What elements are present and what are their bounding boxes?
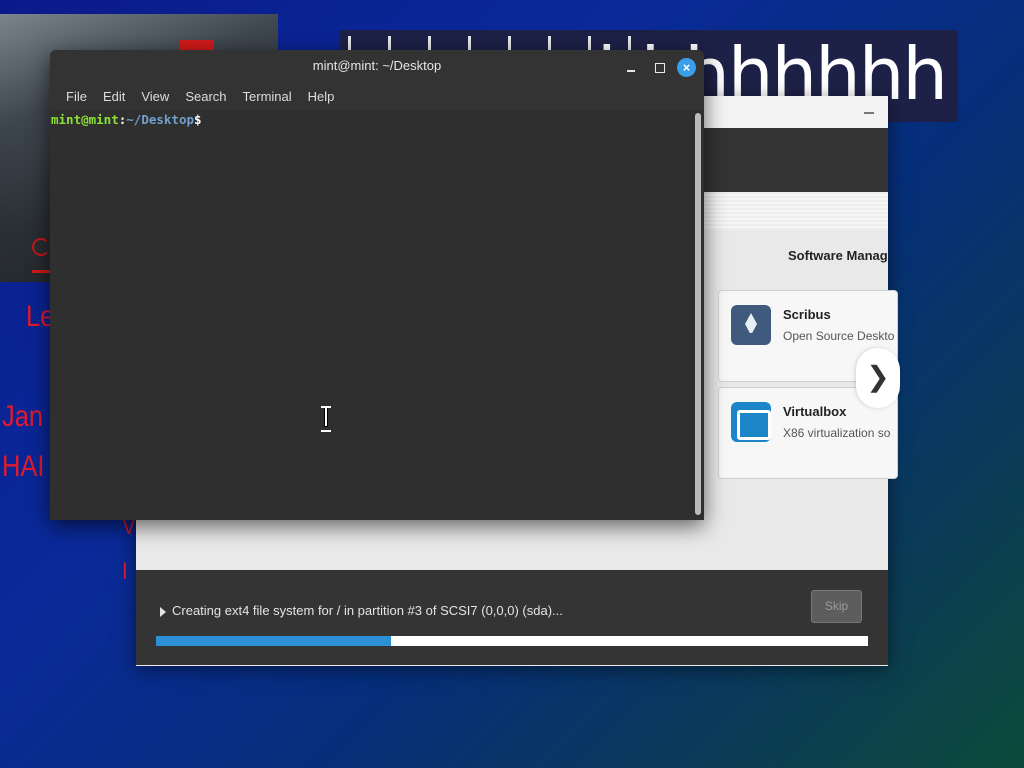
shell-prompt: mint@mint:~/Desktop$ — [51, 112, 202, 127]
prompt-symbol: $ — [194, 112, 202, 127]
wallpaper-text: HAI — [2, 450, 45, 483]
window-title: mint@mint: ~/Desktop — [312, 58, 442, 73]
app-name: Virtualbox — [783, 404, 847, 419]
wallpaper-text: Jan — [2, 400, 44, 433]
install-status[interactable]: Creating ext4 file system for / in parti… — [160, 603, 563, 618]
terminal-scrollbar[interactable] — [695, 113, 701, 515]
install-status-text: Creating ext4 file system for / in parti… — [172, 603, 563, 618]
menu-terminal[interactable]: Terminal — [235, 89, 300, 104]
menu-search[interactable]: Search — [177, 89, 234, 104]
terminal-window: mint@mint: ~/Desktop × File Edit View Se… — [50, 50, 704, 520]
menu-view[interactable]: View — [133, 89, 177, 104]
expand-triangle-icon[interactable] — [160, 606, 166, 617]
install-progress-bar — [156, 636, 868, 646]
scribus-icon — [731, 305, 771, 345]
menu-help[interactable]: Help — [300, 89, 343, 104]
minimize-icon[interactable] — [864, 112, 874, 114]
maximize-button[interactable] — [650, 58, 668, 76]
app-description: Open Source Deskto — [783, 329, 895, 343]
minimize-button[interactable] — [622, 58, 640, 76]
app-description: X86 virtualization so — [783, 426, 891, 440]
text-cursor-icon — [320, 406, 332, 432]
menu-edit[interactable]: Edit — [95, 89, 133, 104]
prompt-path: ~/Desktop — [126, 112, 194, 127]
install-progress-fill — [156, 636, 391, 646]
wallpaper-red-ring — [32, 238, 50, 256]
slide-title: Software Manag — [788, 248, 888, 263]
virtualbox-icon — [731, 402, 771, 442]
wallpaper-red-line — [32, 270, 50, 273]
menu-file[interactable]: File — [58, 89, 95, 104]
slide-next-button[interactable]: ❯ — [856, 348, 900, 408]
terminal-menubar: File Edit View Search Terminal Help — [50, 82, 704, 110]
close-button[interactable]: × — [677, 58, 696, 77]
skip-button[interactable]: Skip — [811, 590, 862, 623]
prompt-user: mint@mint — [51, 112, 119, 127]
terminal-titlebar[interactable]: mint@mint: ~/Desktop × — [50, 50, 704, 82]
app-name: Scribus — [783, 307, 831, 322]
installer-footer: Creating ext4 file system for / in parti… — [136, 570, 888, 665]
terminal-output[interactable]: mint@mint:~/Desktop$ — [50, 110, 704, 520]
wallpaper-text: I — [122, 558, 128, 585]
